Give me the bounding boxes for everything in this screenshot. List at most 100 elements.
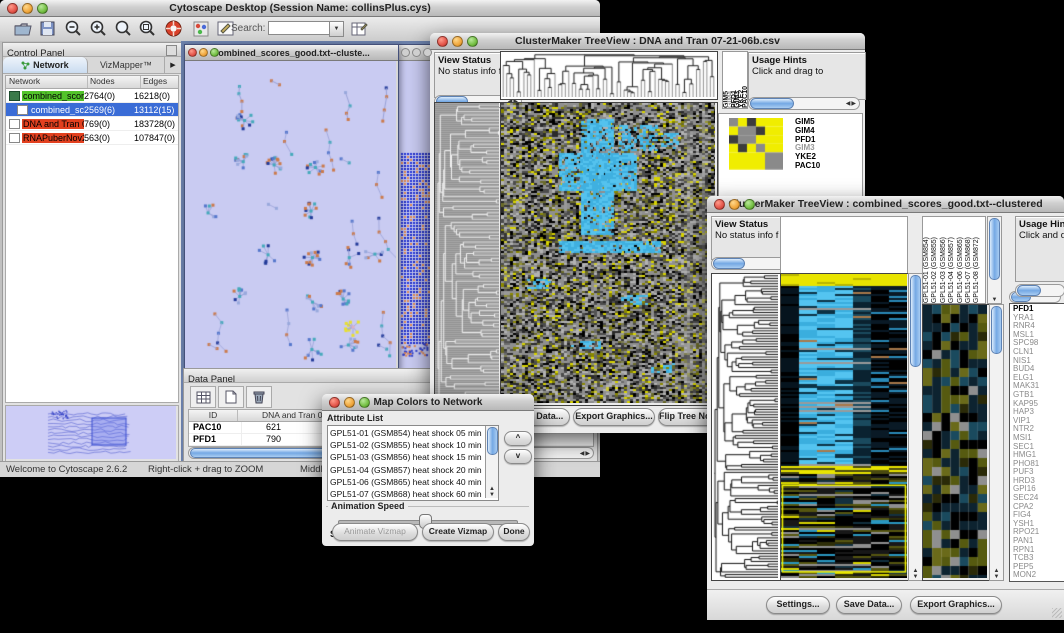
- create-vizmap-button[interactable]: Create Vizmap: [422, 523, 494, 541]
- search-label: Search:: [231, 23, 265, 34]
- window-controls[interactable]: [7, 3, 48, 14]
- save-icon[interactable]: [36, 19, 58, 38]
- row-dendrogram[interactable]: [711, 273, 781, 581]
- export-graphics-button[interactable]: Export Graphics...: [573, 408, 655, 426]
- minimize-button[interactable]: [729, 199, 740, 210]
- treeview-bottom-title: ClusterMaker TreeView : combined_scores_…: [707, 198, 1064, 210]
- map-dialog-titlebar[interactable]: Map Colors to Network: [322, 394, 534, 411]
- network-window-titlebar[interactable]: combined_scores_good.txt--cluste...: [185, 45, 398, 61]
- settings-button[interactable]: Settings...: [766, 596, 830, 614]
- array-column-label: GPL51-04 (GSM857): [948, 237, 956, 303]
- col-edges[interactable]: Edges: [141, 76, 178, 88]
- network-table-row[interactable]: combined_sco2569(6)13112(15): [6, 103, 178, 117]
- zoom-fit-icon[interactable]: [112, 19, 134, 38]
- export-graphics-button[interactable]: Export Graphics...: [910, 596, 1002, 614]
- column-dendrogram[interactable]: [780, 216, 908, 274]
- vizmap-icon[interactable]: [190, 19, 212, 38]
- zoom-button[interactable]: [744, 199, 755, 210]
- tab-overflow-button[interactable]: ▶: [164, 57, 181, 73]
- help-lifesaver-icon[interactable]: [162, 19, 184, 38]
- attribute-browser-icon[interactable]: [348, 19, 370, 38]
- minimize-button[interactable]: [452, 36, 463, 47]
- treeview-top-controls[interactable]: [437, 36, 478, 47]
- close-button[interactable]: [437, 36, 448, 47]
- animation-speed-label: Animation Speed: [328, 501, 408, 511]
- network-table-row[interactable]: RNAPuberNov2+563(0)107847(0): [6, 131, 178, 145]
- usage-hints-scrollbar[interactable]: [1015, 284, 1064, 297]
- attribute-listbox[interactable]: GPL51-01 (GSM854) heat shock 05 minGPL51…: [327, 425, 499, 501]
- status-zoom-hint: Right-click + drag to ZOOM: [148, 464, 263, 475]
- attribute-list-item[interactable]: GPL51-06 (GSM865) heat shock 40 min: [330, 476, 498, 488]
- move-up-button[interactable]: ^: [504, 431, 532, 446]
- close-button[interactable]: [714, 199, 725, 210]
- gene-list-item[interactable]: MON2: [1013, 571, 1064, 580]
- correlation-heatmap[interactable]: [500, 102, 718, 406]
- search-dropdown-button[interactable]: ▼: [329, 21, 344, 37]
- map-dialog-controls[interactable]: [329, 397, 370, 408]
- minimize-button[interactable]: [22, 3, 33, 14]
- treeview-bottom-controls[interactable]: [714, 199, 755, 210]
- treeview-bottom-titlebar[interactable]: ClusterMaker TreeView : combined_scores_…: [707, 196, 1064, 213]
- animate-vizmap-button[interactable]: Animate Vizmap: [332, 523, 418, 541]
- network-window-1: combined_scores_good.txt--cluste...: [184, 44, 399, 372]
- attribute-list-item[interactable]: GPL51-07 (GSM868) heat shock 60 min: [330, 488, 498, 500]
- main-window-title: Cytoscape Desktop (Session Name: collins…: [0, 2, 600, 14]
- dense-network-canvas[interactable]: [398, 61, 432, 370]
- done-button[interactable]: Done: [498, 523, 530, 541]
- gene-list[interactable]: PFD1YRA1RNR4MSL1SPC98CLN1NIS1BUD4ELG1MAK…: [1009, 303, 1064, 582]
- usage-hints-panel: Usage Hints Click and drag to: [748, 52, 866, 100]
- network-table-row[interactable]: combined_scores2764(0)16218(0): [6, 89, 178, 103]
- zoom-button[interactable]: [37, 3, 48, 14]
- treeview-top-titlebar[interactable]: ClusterMaker TreeView : DNA and Tran 07-…: [430, 33, 865, 50]
- float-panel-icon[interactable]: [166, 45, 177, 56]
- zoom-heatmap[interactable]: [922, 304, 990, 581]
- minimize-button[interactable]: [344, 397, 355, 408]
- tab-network[interactable]: Network: [3, 57, 88, 73]
- zoom-button[interactable]: [359, 397, 370, 408]
- edge-count: 16218(0): [134, 91, 178, 101]
- zoom-selected-icon[interactable]: [136, 19, 158, 38]
- close-button[interactable]: [7, 3, 18, 14]
- usage-hints-scrollbar[interactable]: ◀▶: [748, 97, 860, 110]
- zoom-out-icon[interactable]: [62, 19, 84, 38]
- network-name: combined_scores: [22, 91, 84, 101]
- save-data-button[interactable]: Save Data...: [836, 596, 902, 614]
- network-overview-panel[interactable]: [5, 405, 179, 462]
- labels-vscrollbar[interactable]: ▼: [987, 216, 1002, 304]
- window2-controls[interactable]: [401, 48, 432, 57]
- control-panel: Control Panel Network VizMapper™ ▶: [2, 42, 182, 463]
- attribute-list-item[interactable]: GPL51-02 (GSM855) heat shock 10 min: [330, 439, 498, 451]
- zoom-in-icon[interactable]: [87, 19, 109, 38]
- resize-grip[interactable]: [1052, 608, 1062, 618]
- prefoldin-matrix-heatmap[interactable]: [729, 118, 783, 170]
- attribute-list-item[interactable]: GPL51-03 (GSM856) heat shock 15 min: [330, 451, 498, 463]
- network-table-row[interactable]: DNA and Tran 07769(0)183728(0): [6, 117, 178, 131]
- tab-vizmapper-label: VizMapper™: [100, 60, 152, 70]
- column-dendrogram[interactable]: [500, 51, 718, 100]
- search-input[interactable]: [268, 21, 330, 35]
- row-dendrogram[interactable]: [434, 102, 502, 406]
- network-name: combined_sco: [30, 105, 84, 115]
- col-network[interactable]: Network: [6, 76, 88, 88]
- col-nodes[interactable]: Nodes: [88, 76, 141, 88]
- attribute-list-vscrollbar[interactable]: ▲▼: [485, 426, 498, 498]
- network-view-canvas[interactable]: [185, 61, 396, 370]
- heatmap-vscrollbar[interactable]: ▲▼: [908, 273, 923, 581]
- network-window-controls[interactable]: [188, 48, 219, 57]
- zoom-vscrollbar[interactable]: ▲▼: [989, 304, 1004, 581]
- tab-vizmapper[interactable]: VizMapper™: [88, 57, 164, 73]
- up-arrow-glyph: ^: [516, 433, 521, 442]
- attribute-list-item[interactable]: GPL51-01 (GSM854) heat shock 05 min: [330, 427, 498, 439]
- tab-network-label: Network: [33, 60, 69, 70]
- move-down-button[interactable]: v: [504, 449, 532, 464]
- new-attribute-icon[interactable]: [218, 386, 244, 408]
- delete-attribute-icon[interactable]: [246, 386, 272, 408]
- expression-heatmap[interactable]: [780, 273, 910, 581]
- open-file-icon[interactable]: [12, 19, 34, 38]
- close-button[interactable]: [329, 397, 340, 408]
- zoom-button[interactable]: [467, 36, 478, 47]
- select-attributes-icon[interactable]: [190, 386, 216, 408]
- main-titlebar[interactable]: Cytoscape Desktop (Session Name: collins…: [0, 0, 600, 17]
- data-col-id[interactable]: ID: [189, 410, 238, 421]
- attribute-list-item[interactable]: GPL51-04 (GSM857) heat shock 20 min: [330, 464, 498, 476]
